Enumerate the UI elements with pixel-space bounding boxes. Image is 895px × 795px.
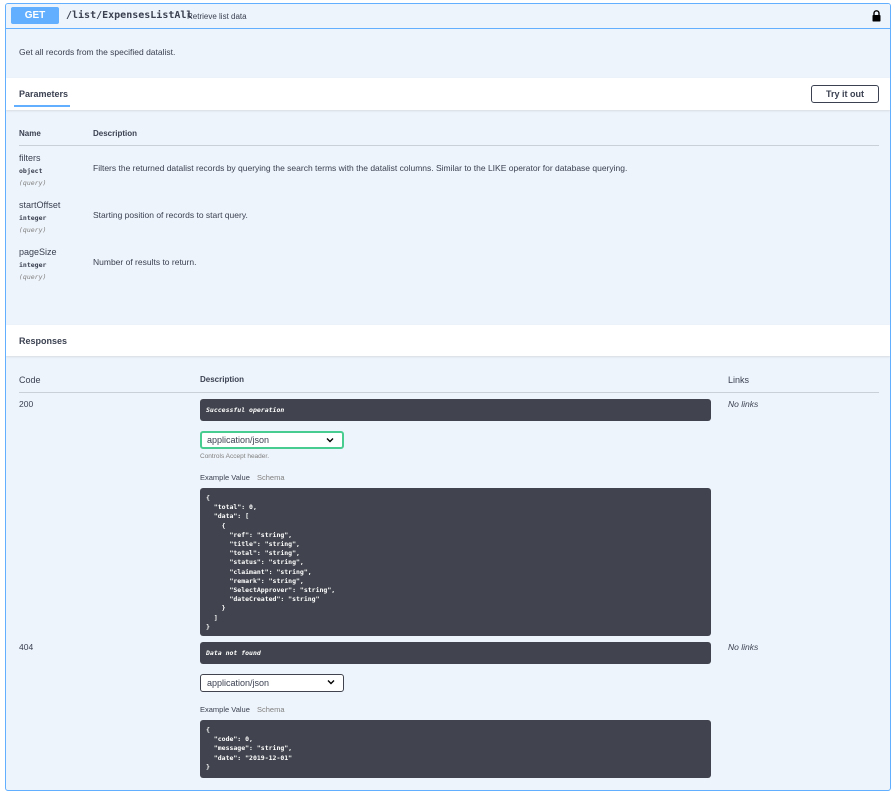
controls-accept-note: Controls Accept header.: [200, 453, 270, 460]
example-json: { "code": 0, "message": "string", "date"…: [200, 720, 711, 778]
media-type-value: application/json: [207, 435, 270, 445]
try-it-out-button[interactable]: Try it out: [811, 85, 879, 103]
param-description: Starting position of records to start qu…: [93, 210, 248, 220]
param-location: (query): [19, 179, 47, 187]
response-message: Successful operation: [200, 399, 711, 421]
operation-summary[interactable]: GET /list/ExpensesListAll Retrieve list …: [6, 4, 890, 29]
responses-title: Responses: [19, 336, 68, 346]
chevron-down-icon: [326, 438, 334, 443]
divider: [19, 392, 879, 393]
tab-example-value[interactable]: Example Value: [200, 705, 250, 714]
tab-schema[interactable]: Schema: [257, 705, 285, 714]
param-type: object: [19, 167, 43, 175]
media-type-select[interactable]: application/json: [200, 431, 344, 449]
param-location: (query): [19, 226, 47, 234]
tab-underline: [14, 105, 70, 107]
param-description: Number of results to return.: [93, 257, 197, 267]
param-location: (query): [19, 273, 47, 281]
col-header-links: Links: [728, 375, 750, 385]
example-tabs: Example Value Schema: [200, 705, 285, 714]
media-type-select[interactable]: application/json: [200, 674, 344, 692]
endpoint-path: /list/ExpensesListAll: [66, 10, 193, 21]
tab-parameters[interactable]: Parameters: [19, 89, 68, 99]
lock-icon[interactable]: [872, 10, 881, 22]
example-json: { "total": 0, "data": [ { "ref": "string…: [200, 488, 711, 636]
param-description: Filters the returned datalist records by…: [93, 163, 628, 173]
summary-description: Retrieve list data: [187, 12, 247, 21]
param-type: integer: [19, 261, 47, 269]
chevron-down-icon: [327, 680, 335, 685]
responses-header: Responses: [6, 325, 890, 356]
method-badge: GET: [11, 7, 59, 24]
divider: [19, 145, 879, 146]
param-type: integer: [19, 214, 47, 222]
operation-description: Get all records from the specified datal…: [19, 47, 176, 57]
response-links: No links: [728, 399, 759, 409]
param-name: filters: [19, 153, 41, 163]
col-header-name: Name: [19, 129, 41, 138]
media-type-value: application/json: [207, 678, 270, 688]
param-name: startOffset: [19, 200, 61, 210]
response-code: 404: [19, 642, 34, 652]
response-message: Data not found: [200, 642, 711, 664]
col-header-code: Code: [19, 375, 41, 385]
operation-block: GET /list/ExpensesListAll Retrieve list …: [5, 3, 891, 791]
col-header-description: Description: [200, 375, 245, 384]
tab-example-value[interactable]: Example Value: [200, 473, 250, 482]
example-tabs: Example Value Schema: [200, 473, 285, 482]
param-name: pageSize: [19, 247, 57, 257]
response-links: No links: [728, 642, 759, 652]
tab-schema[interactable]: Schema: [257, 473, 285, 482]
parameters-header: Parameters Try it out: [6, 78, 890, 110]
response-code: 200: [19, 399, 34, 409]
col-header-description: Description: [93, 129, 138, 138]
